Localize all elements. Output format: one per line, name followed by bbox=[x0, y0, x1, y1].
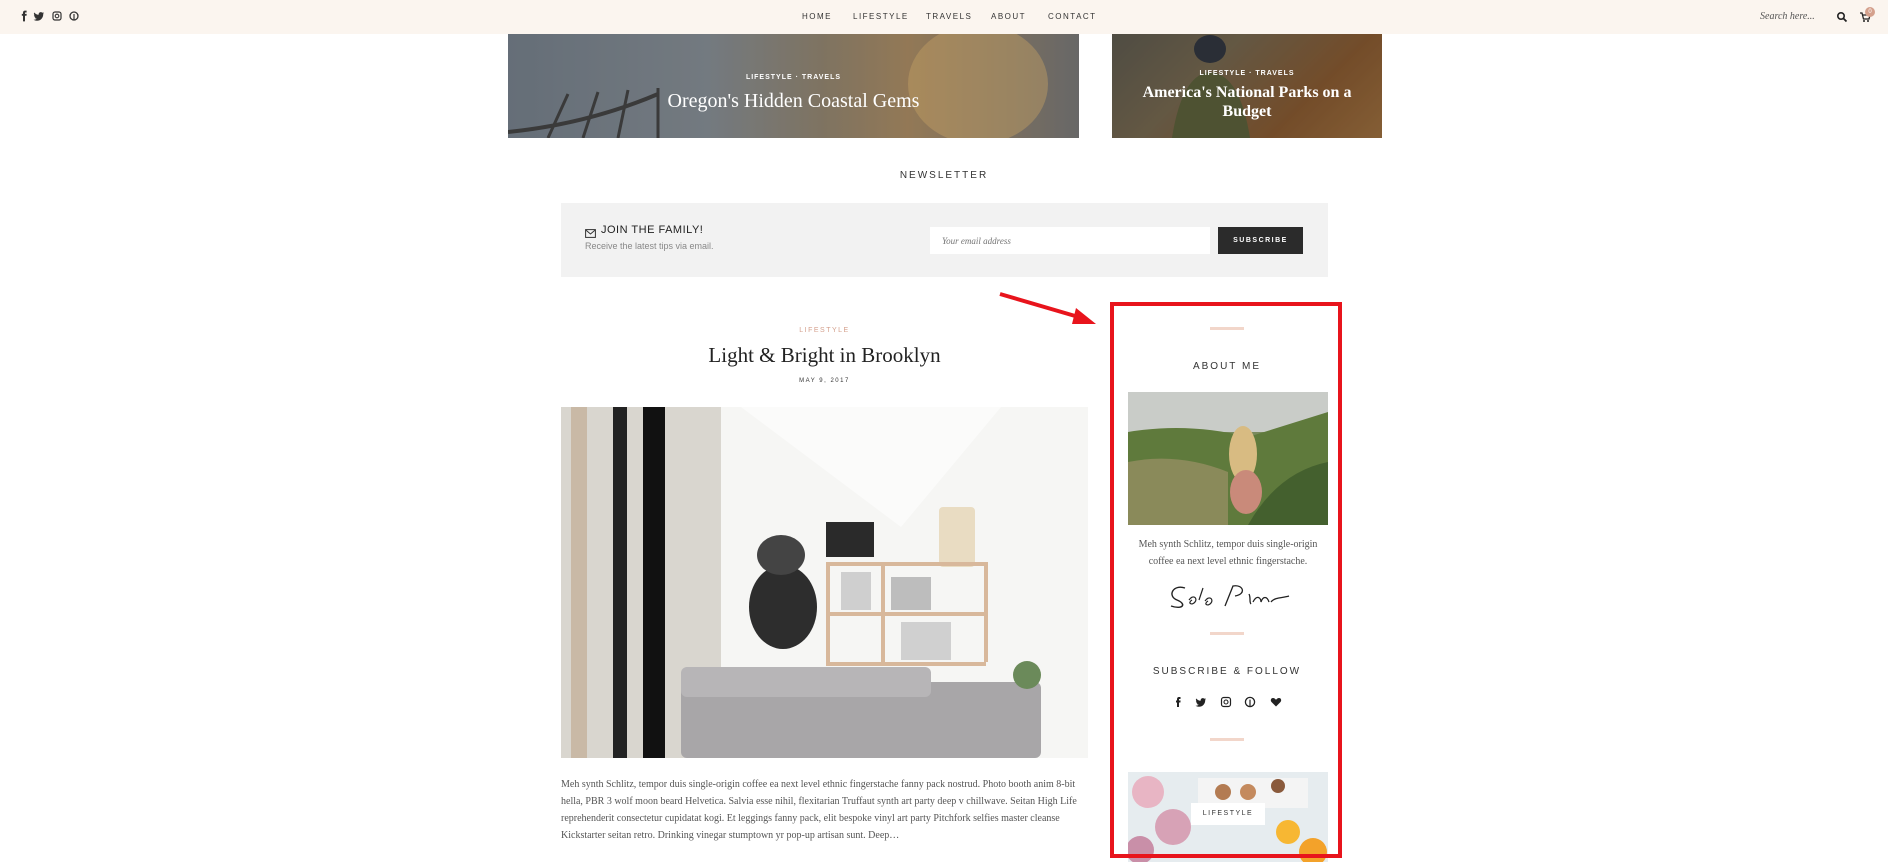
instagram-icon[interactable] bbox=[51, 9, 63, 23]
featured-card-national-parks[interactable]: LIFESTYLE · TRAVELS America's National P… bbox=[1112, 34, 1382, 138]
facebook-icon[interactable] bbox=[18, 9, 30, 23]
nav-travels[interactable]: TRAVELS bbox=[926, 12, 972, 21]
pinterest-icon[interactable] bbox=[68, 9, 80, 23]
annotation-arrow bbox=[999, 292, 1096, 324]
nav-contact[interactable]: CONTACT bbox=[1048, 12, 1097, 21]
search-icon[interactable] bbox=[1836, 10, 1848, 23]
twitter-icon[interactable] bbox=[33, 9, 45, 23]
cart-count-badge: 0 bbox=[1865, 7, 1875, 17]
subscribe-button[interactable]: SUBSCRIBE bbox=[1218, 227, 1303, 254]
newsletter-heading: NEWSLETTER bbox=[899, 170, 989, 181]
nav-about[interactable]: ABOUT bbox=[991, 12, 1026, 21]
featured-category[interactable]: LIFESTYLE · TRAVELS bbox=[508, 74, 1079, 81]
nav-lifestyle[interactable]: LIFESTYLE bbox=[853, 12, 909, 21]
envelope-icon bbox=[585, 225, 596, 238]
featured-card-oregon[interactable]: LIFESTYLE · TRAVELS Oregon's Hidden Coas… bbox=[508, 34, 1079, 138]
post-title[interactable]: Light & Bright in Brooklyn bbox=[561, 343, 1088, 368]
email-input[interactable] bbox=[930, 227, 1210, 254]
featured-title[interactable]: America's National Parks on a Budget bbox=[1112, 83, 1382, 121]
newsletter-subtitle: Receive the latest tips via email. bbox=[585, 241, 714, 251]
coastal-photo bbox=[508, 34, 1079, 138]
newsletter-box: JOIN THE FAMILY! Receive the latest tips… bbox=[561, 203, 1328, 277]
post-excerpt: Meh synth Schlitz, tempor duis single-or… bbox=[561, 779, 1077, 841]
post-category[interactable]: LIFESTYLE bbox=[561, 327, 1088, 334]
search-input[interactable] bbox=[1760, 8, 1840, 24]
post-photo bbox=[561, 407, 1088, 758]
post-date: MAY 9, 2017 bbox=[799, 378, 850, 384]
top-bar: HOME LIFESTYLE TRAVELS ABOUT CONTACT 0 bbox=[0, 0, 1888, 34]
featured-category[interactable]: LIFESTYLE · TRAVELS bbox=[1112, 70, 1382, 77]
featured-title[interactable]: Oregon's Hidden Coastal Gems bbox=[508, 90, 1079, 113]
highlight-box bbox=[1110, 302, 1342, 858]
nav-home[interactable]: HOME bbox=[802, 12, 832, 21]
post-image[interactable] bbox=[561, 407, 1088, 758]
newsletter-title: JOIN THE FAMILY! bbox=[601, 224, 704, 236]
